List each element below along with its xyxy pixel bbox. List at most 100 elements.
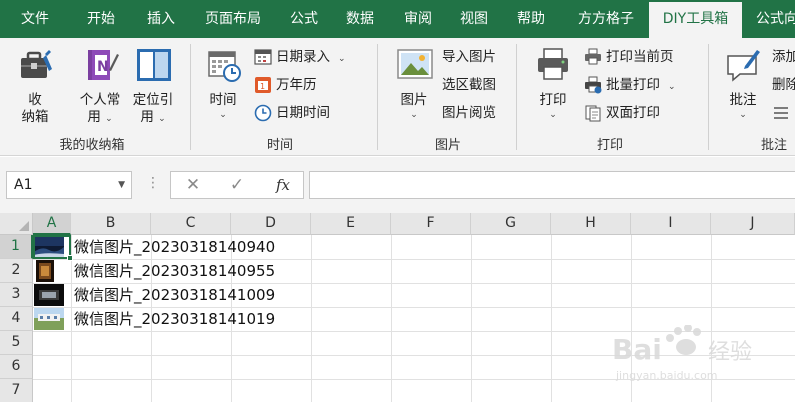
row-header-1[interactable]: 1 bbox=[0, 235, 33, 259]
printer-small-icon bbox=[585, 48, 601, 65]
delete-comment-button[interactable]: 删除 bbox=[772, 74, 795, 96]
chevron-down-icon: ⌄ bbox=[410, 110, 418, 120]
tab-home[interactable]: 开始 bbox=[72, 0, 130, 38]
row-header-2[interactable]: 2 bbox=[0, 259, 33, 283]
column-header-a[interactable]: A bbox=[33, 213, 71, 235]
import-image-button[interactable]: 导入图片 bbox=[442, 46, 496, 68]
range-screenshot-button[interactable]: 选区截图 bbox=[442, 74, 496, 96]
locate-reference-label-2: 用 ⌄ bbox=[140, 109, 166, 125]
tab-formulas[interactable]: 公式 bbox=[278, 0, 330, 38]
perpetual-calendar-label: 万年历 bbox=[276, 77, 317, 93]
storage-box-button[interactable]: 收 纳箱 bbox=[12, 44, 58, 126]
column-header-b[interactable]: B bbox=[71, 213, 151, 235]
time-button[interactable]: 时间 ⌄ bbox=[200, 44, 246, 121]
group-separator bbox=[708, 44, 709, 150]
svg-text:经验: 经验 bbox=[708, 340, 752, 365]
tab-data[interactable]: 数据 bbox=[334, 0, 386, 38]
cell-b4[interactable]: 微信图片_20230318141019 bbox=[74, 307, 275, 331]
group-separator bbox=[516, 44, 517, 150]
image-label: 图片 bbox=[400, 92, 428, 108]
date-entry-button[interactable]: 日期录入 ⌄ bbox=[254, 46, 346, 68]
column-header-c[interactable]: C bbox=[151, 213, 231, 235]
grid-line bbox=[471, 235, 472, 402]
svg-text:Bai: Bai bbox=[612, 333, 662, 366]
toolbox-icon bbox=[21, 50, 52, 78]
name-box[interactable]: A1 ▼ bbox=[6, 171, 132, 199]
tab-formula-wizard[interactable]: 公式向 bbox=[750, 0, 795, 38]
group-label-storage: 我的收纳箱 bbox=[59, 138, 125, 153]
confirm-edit-button[interactable]: ✓ bbox=[223, 174, 251, 196]
grid-line bbox=[311, 235, 312, 402]
drag-handle-icon[interactable]: ⋮ bbox=[146, 175, 160, 191]
print-current-page-button[interactable]: 打印当前页 bbox=[584, 46, 674, 68]
svg-text:1: 1 bbox=[260, 82, 265, 91]
column-header-h[interactable]: H bbox=[551, 213, 631, 235]
row-header-4[interactable]: 4 bbox=[0, 307, 33, 331]
tab-page-layout[interactable]: 页面布局 bbox=[194, 0, 272, 38]
tab-fangfang[interactable]: 方方格子 bbox=[566, 0, 646, 38]
thumbnail-image-3[interactable] bbox=[34, 284, 64, 306]
image-browse-button[interactable]: 图片阅览 bbox=[442, 102, 496, 124]
add-comment-button[interactable]: 添加 bbox=[772, 46, 795, 68]
storage-box-label-2: 纳箱 bbox=[21, 109, 49, 125]
locate-reference-label-1: 定位引 bbox=[132, 92, 174, 108]
personal-common-label-2: 用 ⌄ bbox=[87, 109, 113, 125]
tab-insert[interactable]: 插入 bbox=[132, 0, 190, 38]
group-label-time: 时间 bbox=[266, 138, 293, 153]
calendar-page-icon: 1 bbox=[255, 77, 271, 93]
cell-b1[interactable]: 微信图片_20230318140940 bbox=[74, 235, 275, 259]
chevron-down-icon[interactable]: ▼ bbox=[118, 172, 125, 198]
insert-function-button[interactable]: fx bbox=[269, 174, 297, 196]
row-header-5[interactable]: 5 bbox=[0, 331, 33, 355]
row-header-3[interactable]: 3 bbox=[0, 283, 33, 307]
perpetual-calendar-button[interactable]: 1 万年历 bbox=[254, 74, 317, 96]
print-button[interactable]: 打印 ⌄ bbox=[530, 44, 576, 121]
more-comment-button[interactable] bbox=[772, 102, 795, 124]
tab-view[interactable]: 视图 bbox=[448, 0, 500, 38]
batch-print-button[interactable]: 批量打印 ⌄ bbox=[584, 74, 676, 96]
image-button[interactable]: 图片 ⌄ bbox=[388, 44, 440, 121]
comment-label: 批注 bbox=[729, 92, 757, 108]
chevron-down-icon: ⌄ bbox=[105, 114, 113, 124]
row-header-7[interactable]: 7 bbox=[0, 379, 33, 402]
thumbnail-image-4[interactable] bbox=[34, 308, 64, 330]
select-all-triangle-icon bbox=[19, 221, 29, 231]
duplex-print-button[interactable]: 双面打印 bbox=[584, 102, 660, 124]
cell-b3[interactable]: 微信图片_20230318141009 bbox=[74, 283, 275, 307]
formula-input[interactable] bbox=[309, 171, 795, 199]
column-header-d[interactable]: D bbox=[231, 213, 311, 235]
column-header-f[interactable]: F bbox=[391, 213, 471, 235]
column-header-i[interactable]: I bbox=[631, 213, 711, 235]
cancel-edit-button[interactable]: ✕ bbox=[179, 174, 207, 196]
column-header-e[interactable]: E bbox=[311, 213, 391, 235]
row-header-6[interactable]: 6 bbox=[0, 355, 33, 379]
group-label-image: 图片 bbox=[434, 138, 461, 153]
notebook-icon: N bbox=[88, 50, 119, 80]
fill-handle[interactable] bbox=[67, 255, 73, 261]
time-label: 时间 bbox=[209, 92, 237, 108]
datetime-button[interactable]: 日期时间 bbox=[254, 102, 330, 124]
tab-file[interactable]: 文件 bbox=[6, 0, 64, 38]
grid-line bbox=[391, 235, 392, 402]
datetime-label: 日期时间 bbox=[276, 105, 330, 121]
select-all-button[interactable] bbox=[0, 213, 33, 235]
picture-icon bbox=[397, 49, 433, 79]
storage-box-label-1: 收 bbox=[28, 92, 42, 108]
cell-b2[interactable]: 微信图片_20230318140955 bbox=[74, 259, 275, 283]
duplex-page-icon bbox=[585, 105, 601, 122]
group-separator bbox=[190, 44, 191, 150]
print-label: 打印 bbox=[539, 92, 567, 108]
thumbnail-image-2[interactable] bbox=[36, 260, 54, 282]
baidu-jingyan-watermark-logo: Bai 经验 jingyan.baidu.com bbox=[612, 325, 752, 382]
comment-button[interactable]: 批注 ⌄ bbox=[720, 44, 766, 121]
split-panel-icon bbox=[137, 49, 171, 81]
personal-common-button[interactable]: N 个人常 用 ⌄ bbox=[74, 44, 126, 126]
tab-diy-toolbox[interactable]: DIY工具箱 bbox=[649, 2, 742, 38]
group-separator bbox=[377, 44, 378, 150]
column-header-j[interactable]: J bbox=[711, 213, 795, 235]
duplex-print-label: 双面打印 bbox=[606, 105, 660, 121]
locate-reference-button[interactable]: 定位引 用 ⌄ bbox=[128, 44, 178, 126]
column-header-g[interactable]: G bbox=[471, 213, 551, 235]
tab-help[interactable]: 帮助 bbox=[505, 0, 557, 38]
tab-review[interactable]: 审阅 bbox=[392, 0, 444, 38]
